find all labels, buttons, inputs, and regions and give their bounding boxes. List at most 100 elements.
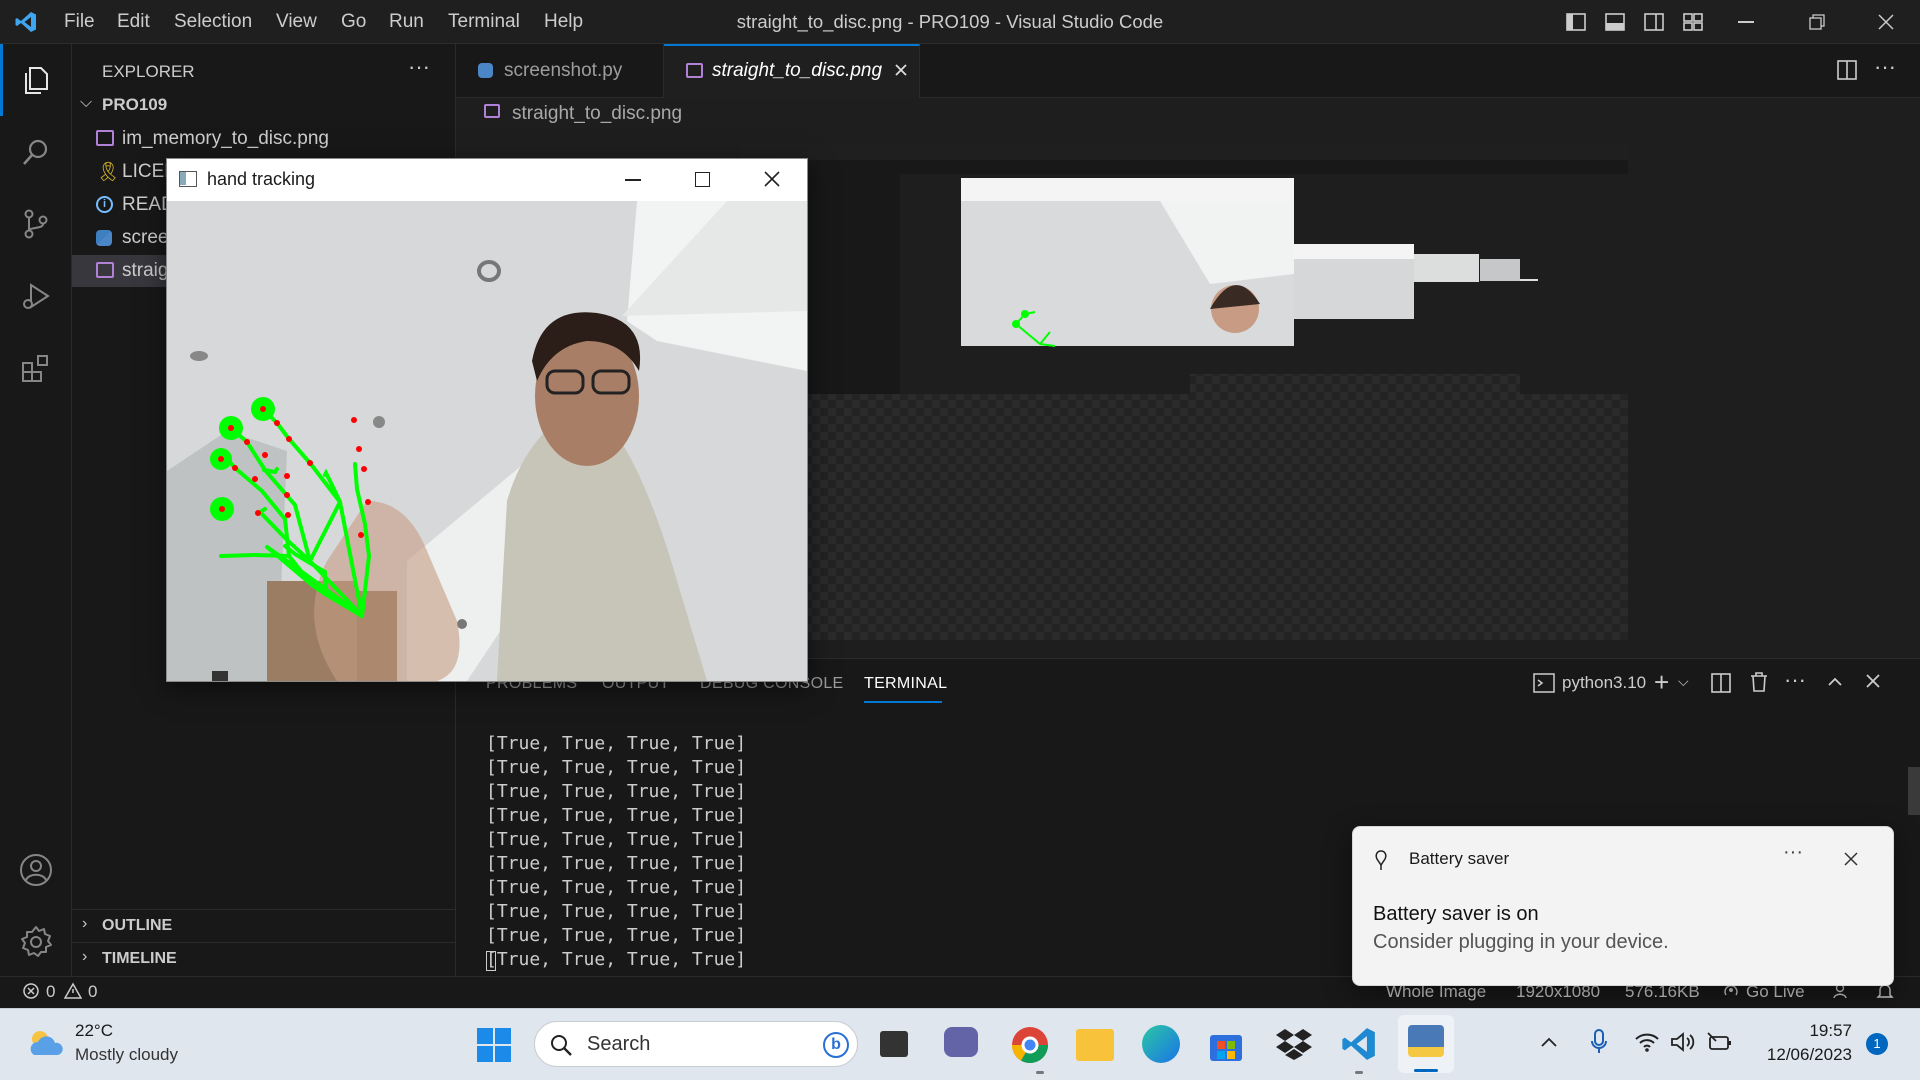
vscode-taskbar-icon[interactable] (1340, 1025, 1378, 1063)
weather-description[interactable]: Mostly cloudy (75, 1045, 178, 1065)
minimize-window-icon[interactable] (1738, 21, 1754, 23)
terminal-profile-name[interactable]: python3.10 (1562, 673, 1646, 693)
terminal-line: [True, True, True, True] (486, 949, 747, 970)
battery-saver-icon (1373, 849, 1389, 871)
tab-straight-to-disc[interactable]: straight_to_disc.png (664, 44, 920, 99)
python-app-active[interactable] (1398, 1015, 1454, 1073)
search-icon[interactable] (0, 116, 72, 188)
menu-edit[interactable]: Edit (117, 0, 150, 44)
windows-start-icon[interactable] (476, 1027, 512, 1063)
warning-count[interactable]: 0 (88, 982, 97, 1002)
task-view-icon[interactable] (880, 1031, 908, 1057)
window-title: straight_to_disc.png - PRO109 - Visual S… (736, 11, 1164, 32)
tab-terminal[interactable]: TERMINAL (864, 675, 947, 693)
chevron-down-icon: ⌵ (80, 94, 93, 111)
new-terminal-icon[interactable]: + (1654, 667, 1669, 698)
tab-label: straight_to_disc.png (712, 60, 883, 81)
folder-name: PRO109 (102, 95, 168, 114)
clock-time[interactable]: 19:57 (1804, 1021, 1852, 1041)
file-item[interactable]: im_memory_to_disc.png (72, 123, 456, 155)
restore-window-icon[interactable] (1808, 13, 1826, 31)
close-icon[interactable] (763, 170, 781, 188)
menu-terminal[interactable]: Terminal (448, 0, 520, 44)
breadcrumb[interactable]: straight_to_disc.png (512, 103, 682, 125)
menu-file[interactable]: File (64, 0, 95, 44)
bing-icon[interactable]: b (823, 1032, 849, 1058)
panel-more-icon[interactable]: ··· (1784, 667, 1806, 693)
notification-heading: Battery saver is on (1373, 903, 1539, 925)
notification-more-icon[interactable]: ··· (1783, 841, 1803, 864)
teams-chat-icon[interactable] (944, 1027, 978, 1057)
volume-icon[interactable] (1670, 1031, 1696, 1053)
search-placeholder: Search (587, 1033, 651, 1055)
dropbox-icon[interactable] (1276, 1027, 1312, 1061)
menu-selection[interactable]: Selection (174, 0, 252, 44)
notification-close-icon[interactable] (1843, 851, 1859, 867)
terminal-line: [True, True, True, True] (486, 781, 747, 802)
edge-icon[interactable] (1142, 1025, 1180, 1063)
editor-tab-bar: screenshot.py straight_to_disc.png ··· (456, 44, 1920, 99)
image-preview[interactable] (740, 144, 1628, 640)
customize-layout-icon[interactable] (1682, 11, 1704, 33)
app-window-icon (179, 171, 197, 187)
maximize-icon[interactable] (695, 172, 710, 187)
terminal-line: [True, True, True, True] (486, 901, 747, 922)
explorer-more-icon[interactable]: ··· (408, 54, 430, 80)
more-actions-icon[interactable]: ··· (1874, 54, 1896, 80)
camera-feed (167, 201, 807, 681)
menu-run[interactable]: Run (389, 0, 424, 44)
split-editor-icon[interactable] (1836, 59, 1858, 81)
weather-temperature[interactable]: 22°C (75, 1021, 113, 1041)
hand-tracking-window[interactable]: hand tracking (166, 158, 808, 682)
windows-taskbar: 22°C Mostly cloudy Search b 19:57 12/06/… (0, 1008, 1920, 1080)
file-explorer-icon[interactable] (1076, 1029, 1114, 1061)
menu-go[interactable]: Go (341, 0, 366, 44)
license-file-icon: 🎗 (96, 162, 121, 183)
accounts-icon[interactable] (0, 834, 72, 906)
close-panel-icon[interactable] (1864, 672, 1882, 690)
battery-saver-notification[interactable]: Battery saver ··· Battery saver is on Co… (1352, 826, 1894, 986)
tab-screenshot-py[interactable]: screenshot.py (456, 44, 664, 98)
terminal-profile-icon (1532, 671, 1556, 695)
terminal-scrollbar[interactable] (1908, 767, 1920, 815)
explorer-icon[interactable] (0, 44, 72, 116)
explorer-title: EXPLORER (102, 62, 195, 81)
chevron-down-icon[interactable]: ⌵ (1678, 673, 1689, 690)
notification-count-badge[interactable]: 1 (1866, 1033, 1888, 1055)
active-tab-underline (864, 701, 942, 703)
maximize-panel-icon[interactable] (1826, 673, 1844, 691)
menu-view[interactable]: View (276, 0, 317, 44)
close-window-icon[interactable] (1876, 12, 1896, 32)
chevron-up-icon[interactable] (1540, 1035, 1558, 1049)
source-control-icon[interactable] (0, 188, 72, 260)
toggle-primary-sidebar-icon[interactable] (1565, 11, 1587, 33)
toggle-panel-icon[interactable] (1604, 11, 1626, 33)
timeline-section[interactable]: › TIMELINE (72, 943, 456, 975)
battery-icon[interactable] (1706, 1031, 1734, 1053)
warning-icon[interactable] (64, 982, 82, 1000)
menu-help[interactable]: Help (544, 0, 583, 44)
minimize-icon[interactable] (625, 179, 641, 181)
outline-section[interactable]: › OUTLINE (72, 910, 456, 942)
split-terminal-icon[interactable] (1710, 672, 1732, 694)
cloudy-weather-icon[interactable] (26, 1029, 66, 1059)
notification-body: Consider plugging in your device. (1373, 931, 1669, 953)
hand-window-titlebar[interactable]: hand tracking (167, 159, 807, 201)
run-and-debug-icon[interactable] (0, 260, 72, 332)
chrome-icon[interactable] (1010, 1025, 1050, 1065)
notification-app-name: Battery saver (1409, 849, 1510, 868)
settings-gear-icon[interactable] (0, 906, 72, 978)
microphone-icon[interactable] (1590, 1029, 1608, 1055)
extensions-icon[interactable] (0, 332, 72, 404)
wifi-icon[interactable] (1634, 1031, 1660, 1053)
folder-root[interactable]: ⌵ PRO109 (80, 90, 456, 120)
error-count[interactable]: 0 (46, 982, 55, 1002)
clock-date[interactable]: 12/06/2023 (1752, 1045, 1852, 1065)
close-tab-icon[interactable] (892, 61, 910, 79)
taskbar-search-box[interactable]: Search b (534, 1021, 858, 1067)
errors-icon[interactable] (22, 982, 40, 1000)
search-icon (549, 1033, 573, 1057)
microsoft-store-icon[interactable] (1208, 1027, 1244, 1063)
toggle-secondary-sidebar-icon[interactable] (1643, 11, 1665, 33)
trash-icon[interactable] (1748, 671, 1770, 693)
